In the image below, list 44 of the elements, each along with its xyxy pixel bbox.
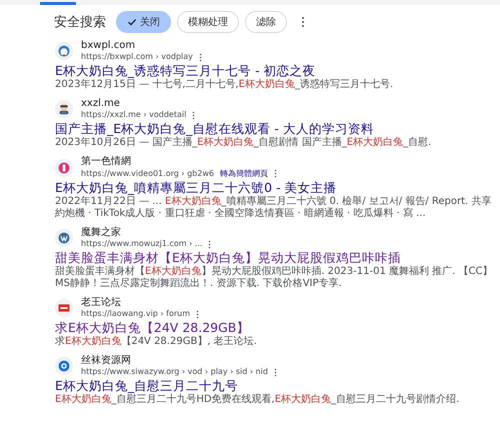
result-url[interactable]: https://xxzl.me › voddetail (81, 110, 186, 120)
more-icon[interactable] (198, 52, 202, 62)
filter-chip[interactable]: 滤除 (245, 11, 287, 33)
site-name: xxzl.me (81, 98, 121, 110)
result-snippet: 2023年10月26日 — 国产主播_E杯大奶白兔_自慰剧情 国产主播_E杯大奶白兔_自慰. (55, 137, 432, 149)
site-favicon-icon (55, 42, 73, 60)
result-url[interactable]: https://www.mowuzj1.com › ... (81, 239, 202, 249)
more-icon[interactable] (196, 310, 200, 318)
result-url[interactable]: https://bxwpl.com › vodplay (81, 52, 193, 62)
site-name: 丝袜资源网 (81, 355, 132, 367)
result-title-link[interactable]: E杯大奶白兔_自慰三月二十九号 (55, 378, 494, 393)
result-snippet: 甜美脸蛋丰满身材【E杯大奶白兔】晃动大屁股假鸡巴咔咔插. 2023-11-01 魔舞福利 推广. 【CC】MS静静！三点尽露定制舞蹈流出！. 资源下载. 下载价格VIP专享. (55, 266, 494, 290)
active-tab-indicator (40, 2, 76, 5)
result-title-link[interactable]: E杯大奶白兔_诱惑特写三月十七号 - 初恋之夜 (55, 63, 494, 78)
site-favicon-icon (55, 357, 73, 375)
filter-chip[interactable]: 模糊处理 (177, 11, 239, 33)
result-title-link[interactable]: 求E杯大奶白兔【24V 28.29GB】 (55, 320, 494, 335)
site-name: 第一色情網 (81, 156, 132, 168)
result-snippet: E杯大奶白兔_自慰三月二十九号HD免费在线观看,E杯大奶白兔_自慰三月二十九号剧情介绍. (55, 394, 460, 406)
result-snippet: 求E杯大奶白兔【24V 28.29GB】, 老王论坛. (55, 336, 258, 348)
more-icon[interactable] (192, 110, 196, 120)
site-favicon-icon (55, 229, 73, 247)
check-icon (127, 17, 137, 27)
site-name: 老王论坛 (81, 297, 122, 309)
site-favicon-icon (55, 158, 73, 176)
more-icon[interactable] (274, 368, 277, 376)
result-url[interactable]: https://www.siwazyw.org › vod › play › sid › nid (81, 367, 268, 377)
more-icon[interactable] (274, 169, 277, 178)
result-snippet: 2022年11月22日 — ... E杯大奶白兔_噴精專屬三月二十六號 0. 檢舉/ 보고서/ 報告/ Report. 共享約炮機 · TikTok成人版 · 重口狂虐 · 全國空降迭情賽區 · 暗網通報 · 吃瓜爆料 · 寫 ... (55, 196, 492, 220)
result-title-link[interactable]: E杯大奶白兔_噴精專屬三月二十六號0 - 美女主播 (55, 180, 494, 195)
safe-search-label: 安全搜索 (54, 14, 106, 31)
result-title-link[interactable]: 国产主播_E杯大奶白兔_自慰在线观看 - 大人的学习资料 (55, 121, 494, 136)
translate-link[interactable]: 轉為簡體網頁 (220, 168, 268, 179)
result-url[interactable]: https://laowang.vip › forum (81, 309, 190, 319)
site-favicon-icon (55, 299, 73, 317)
result-title-link[interactable]: 甜美脸蛋丰满身材【E杯大奶白兔】晃动大屁股假鸡巴咔咔插 (55, 250, 494, 265)
more-icon[interactable] (208, 240, 212, 248)
site-name: bxwpl.com (81, 40, 136, 52)
site-name: 魔舞之家 (81, 227, 122, 239)
more-icon[interactable] (301, 16, 305, 28)
result-snippet: 2023年12月15日 — 十七号,二月十七号,E杯大奶白兔_诱惑特写三月十七号. (55, 79, 394, 91)
filter-chip[interactable]: 关闭 (116, 11, 171, 33)
result-url[interactable]: https://www.video01.org › gb2w6 (81, 168, 214, 178)
site-favicon-icon (55, 100, 73, 118)
